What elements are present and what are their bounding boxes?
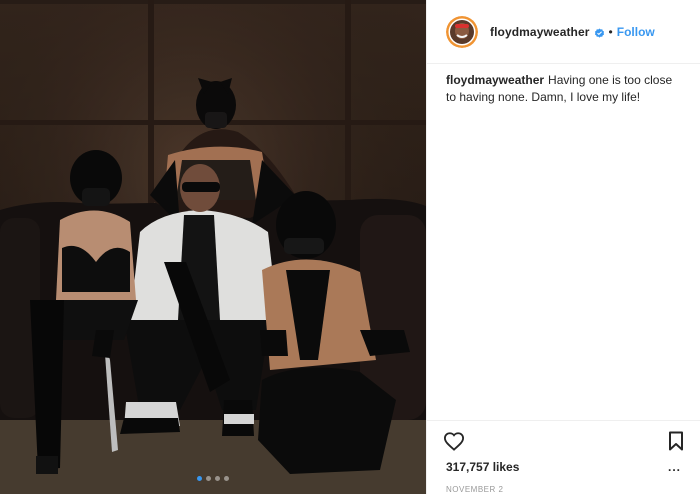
username-link[interactable]: floydmayweather: [490, 25, 590, 39]
caption-author-link[interactable]: floydmayweather: [446, 73, 544, 87]
carousel-indicator: [0, 476, 426, 481]
post-photo[interactable]: [0, 0, 426, 494]
post-side-panel: floydmayweather • Follow floydmayweather…: [426, 0, 700, 494]
post-image: [0, 0, 426, 494]
likes-count[interactable]: 317,757 likes: [446, 460, 519, 474]
instagram-post: floydmayweather • Follow floydmayweather…: [0, 0, 700, 494]
action-bar: [427, 421, 700, 457]
carousel-dot-active[interactable]: [197, 476, 202, 481]
bookmark-icon[interactable]: [668, 431, 684, 451]
avatar-image: [446, 15, 478, 48]
more-options-button[interactable]: ...: [668, 460, 681, 474]
follow-button[interactable]: Follow: [617, 25, 655, 39]
heart-icon[interactable]: [443, 431, 465, 451]
verified-badge-icon: [594, 26, 605, 38]
post-date[interactable]: NOVEMBER 2: [427, 477, 700, 494]
avatar[interactable]: [446, 15, 478, 48]
post-caption: floydmayweather Having one is too close t…: [427, 64, 700, 106]
post-footer: 317,757 likes ... NOVEMBER 2: [427, 420, 700, 494]
likes-row: 317,757 likes ...: [427, 457, 700, 477]
carousel-dot[interactable]: [215, 476, 220, 481]
carousel-dot[interactable]: [206, 476, 211, 481]
header-separator: •: [608, 24, 613, 39]
post-header: floydmayweather • Follow: [427, 0, 700, 64]
carousel-dot[interactable]: [224, 476, 229, 481]
